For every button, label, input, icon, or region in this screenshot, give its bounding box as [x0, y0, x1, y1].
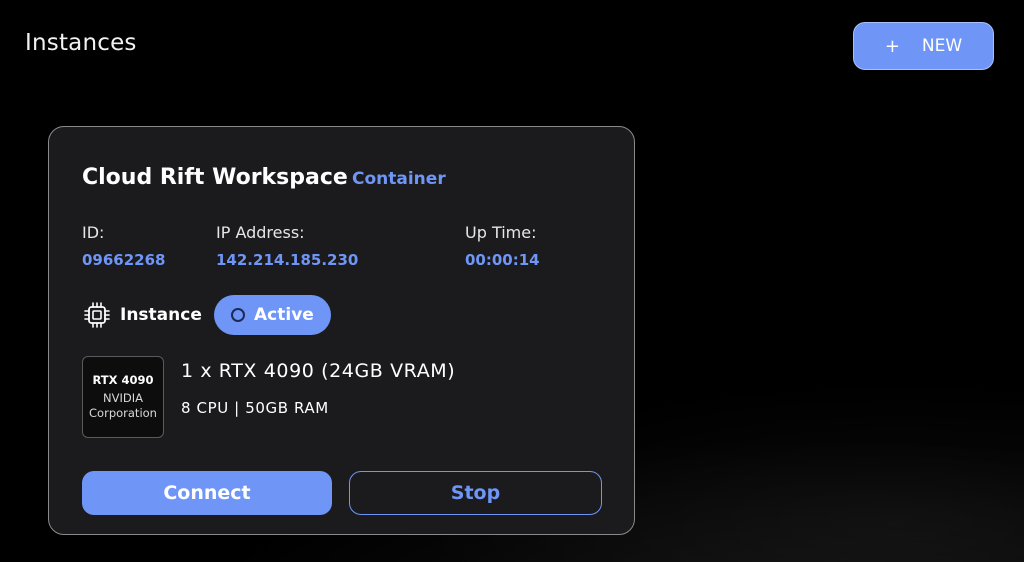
instance-card: Cloud Rift Workspace Container ID: 09662… — [48, 126, 635, 535]
stop-button[interactable]: Stop — [349, 471, 602, 515]
gpu-badge-vendor: NVIDIA Corporation — [89, 391, 157, 421]
gpu-badge: RTX 4090 NVIDIA Corporation — [82, 356, 164, 438]
gpu-spec: 1 x RTX 4090 (24GB VRAM) — [181, 360, 456, 382]
ip-address-value: 142.214.185.230 — [216, 251, 359, 269]
status-badge[interactable]: Active — [214, 295, 331, 335]
connect-button[interactable]: Connect — [82, 471, 332, 515]
instances-page: Instances + NEW Cloud Rift Workspace Con… — [0, 0, 1024, 562]
up-time-label: Up Time: — [465, 223, 537, 242]
ip-address-label: IP Address: — [216, 223, 305, 242]
plus-icon: + — [884, 35, 900, 57]
instance-type-tag: Container — [352, 169, 446, 189]
instance-row: Instance — [83, 295, 202, 335]
instance-name: Cloud Rift Workspace — [82, 165, 348, 190]
gpu-badge-model: RTX 4090 — [92, 373, 154, 387]
up-time-value: 00:00:14 — [465, 251, 540, 269]
status-label: Active — [254, 305, 314, 325]
gpu-badge-vendor-line2: Corporation — [89, 406, 157, 420]
new-button-label: NEW — [921, 36, 963, 56]
instance-label: Instance — [120, 305, 202, 325]
id-value: 09662268 — [82, 251, 166, 269]
gpu-badge-vendor-line1: NVIDIA — [103, 391, 143, 405]
gpu-resources: 8 CPU | 50GB RAM — [181, 399, 329, 417]
ring-icon — [231, 308, 245, 322]
id-label: ID: — [82, 223, 105, 242]
cpu-chip-icon — [84, 302, 110, 328]
new-instance-button[interactable]: + NEW — [853, 22, 994, 70]
page-title: Instances — [25, 30, 137, 56]
